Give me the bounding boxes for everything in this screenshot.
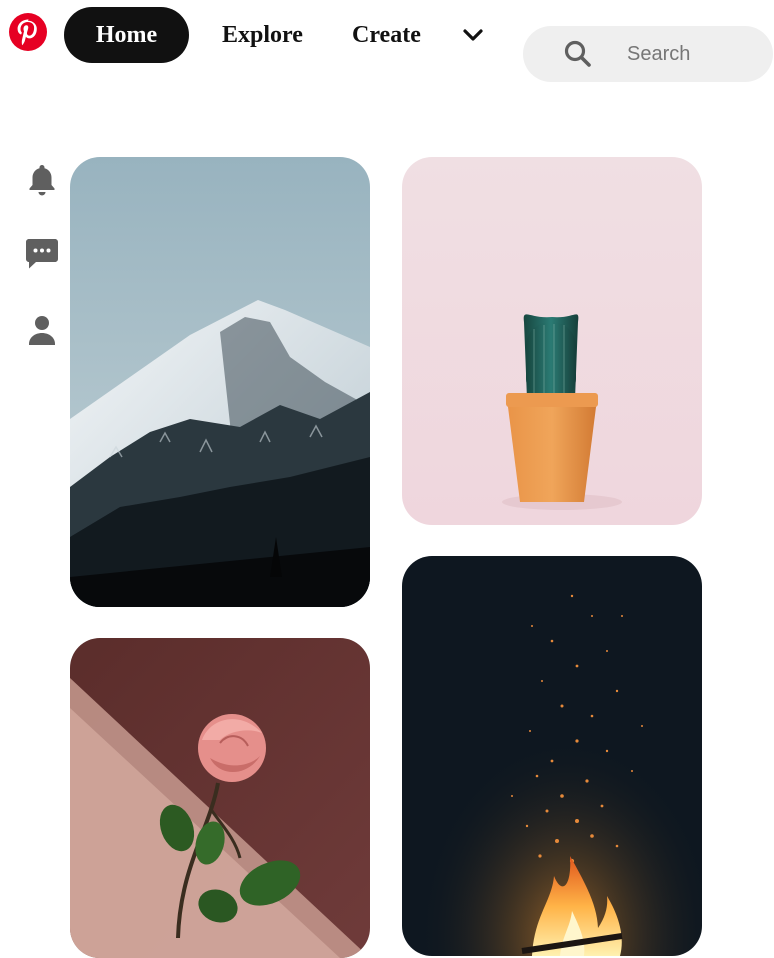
person-icon[interactable] <box>22 310 62 350</box>
nav-explore-tab[interactable]: Explore <box>222 7 303 63</box>
nav-create-label: Create <box>352 21 421 48</box>
chevron-down-icon[interactable] <box>460 22 486 48</box>
cactus-image <box>402 157 702 525</box>
nav-explore-label: Explore <box>222 21 303 48</box>
nav-home-tab[interactable]: Home <box>64 7 189 63</box>
pin-campfire[interactable] <box>402 556 702 956</box>
pin-mountain[interactable] <box>70 157 370 607</box>
pinterest-logo-icon[interactable] <box>8 12 48 52</box>
search-icon <box>563 39 593 69</box>
campfire-image <box>402 556 702 956</box>
pin-rose[interactable] <box>70 638 370 958</box>
bell-icon[interactable] <box>22 160 62 200</box>
nav-home-label: Home <box>95 21 158 48</box>
search-bar[interactable] <box>523 26 773 82</box>
chat-icon[interactable] <box>22 234 62 274</box>
search-input[interactable] <box>625 41 765 67</box>
rose-image <box>70 638 370 958</box>
nav-create-tab[interactable]: Create <box>352 7 421 63</box>
pin-cactus[interactable] <box>402 157 702 525</box>
top-navigation-bar: Home Explore Create <box>0 0 774 90</box>
mountain-image <box>70 157 370 607</box>
